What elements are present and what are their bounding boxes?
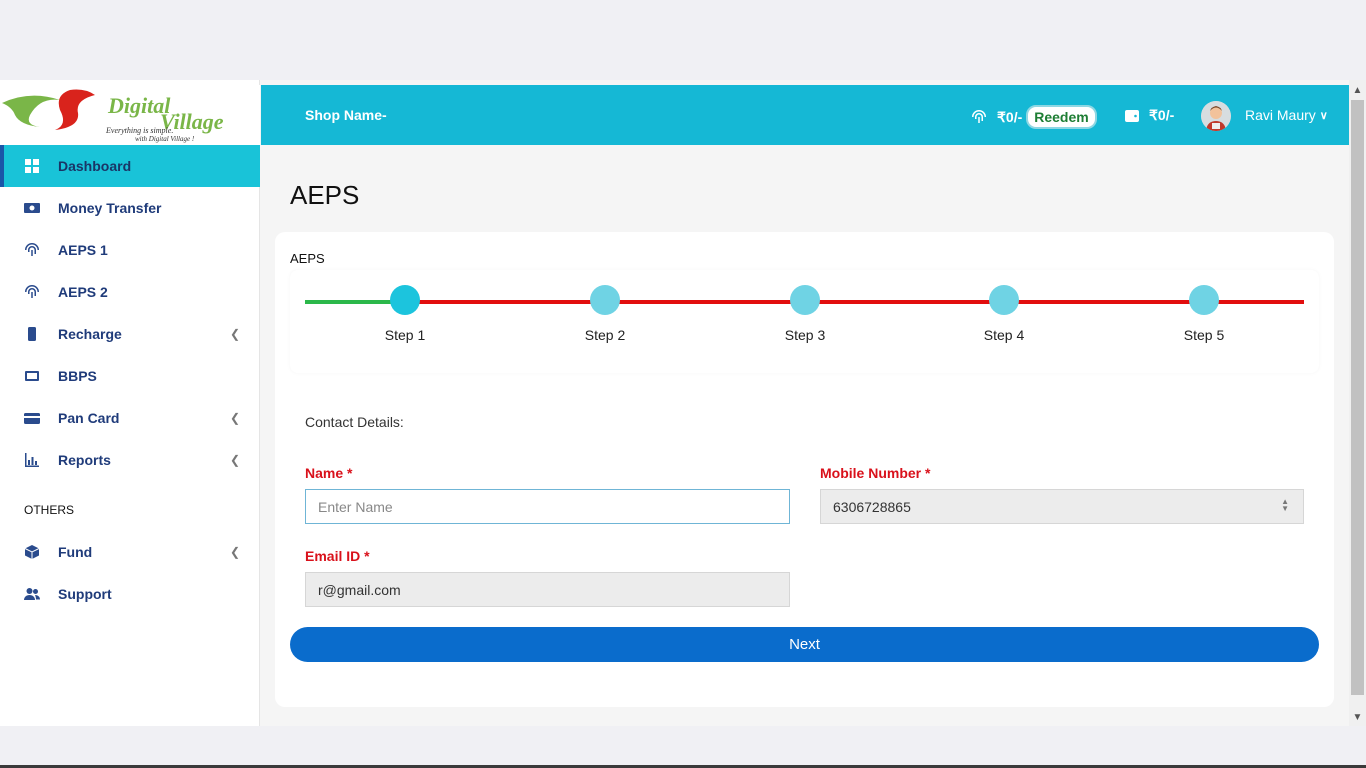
digital-village-logo[interactable]: Digital Village Everything is simple. wi… bbox=[0, 85, 260, 145]
shop-name: Shop Name- bbox=[305, 107, 387, 123]
sidebar-item-label: Recharge bbox=[58, 326, 122, 342]
step-3[interactable]: Step 3 bbox=[765, 285, 845, 343]
sidebar-item-aeps-2[interactable]: AEPS 2 bbox=[0, 271, 260, 313]
sidebar-item-aeps-1[interactable]: AEPS 1 bbox=[0, 229, 260, 271]
chevron-left-icon: ❮ bbox=[229, 453, 240, 467]
step-dot bbox=[1189, 285, 1219, 315]
sidebar-item-recharge[interactable]: Recharge ❮ bbox=[0, 313, 260, 355]
sidebar-item-fund[interactable]: Fund ❮ bbox=[0, 531, 260, 573]
fingerprint-icon bbox=[971, 109, 987, 125]
mobile-number-input[interactable]: 6306728865 ▲ ▼ bbox=[820, 489, 1304, 524]
svg-text:with Digital Village !: with Digital Village ! bbox=[135, 135, 195, 143]
next-button[interactable]: Next bbox=[290, 627, 1319, 662]
card-label: AEPS bbox=[290, 251, 325, 266]
main-balance: ₹0/- bbox=[1125, 107, 1174, 124]
form-title: Contact Details: bbox=[305, 414, 404, 430]
sidebar-item-dashboard[interactable]: Dashboard bbox=[0, 145, 260, 187]
step-dot bbox=[390, 285, 420, 315]
dashboard-icon bbox=[24, 158, 40, 174]
card-icon bbox=[24, 410, 40, 426]
page-scrollbar[interactable]: ▲ ▼ bbox=[1349, 80, 1366, 726]
avatar[interactable] bbox=[1201, 101, 1231, 131]
step-label: Step 5 bbox=[1183, 327, 1225, 343]
mobile-icon bbox=[24, 326, 40, 342]
step-2[interactable]: Step 2 bbox=[565, 285, 645, 343]
step-dot bbox=[590, 285, 620, 315]
aeps-wallet: ₹0/- Reedem bbox=[971, 105, 1097, 129]
bill-icon bbox=[24, 368, 40, 384]
user-name: Ravi Maury bbox=[1245, 107, 1316, 123]
mobile-value: 6306728865 bbox=[833, 498, 911, 515]
sidebar: Digital Village Everything is simple. wi… bbox=[0, 80, 260, 726]
box-icon bbox=[24, 544, 40, 560]
step-5[interactable]: Step 5 bbox=[1164, 285, 1244, 343]
taskbar-area bbox=[0, 726, 1366, 768]
scroll-up-icon[interactable]: ▲ bbox=[1349, 82, 1366, 99]
step-dot bbox=[989, 285, 1019, 315]
wallet-icon bbox=[1125, 109, 1139, 123]
money-icon bbox=[24, 200, 40, 216]
chevron-left-icon: ❮ bbox=[229, 411, 240, 425]
spinner-arrows-icon[interactable]: ▲ ▼ bbox=[1281, 498, 1289, 513]
chevron-left-icon: ❮ bbox=[229, 545, 240, 559]
step-label: Step 2 bbox=[584, 327, 626, 343]
sidebar-item-label: AEPS 1 bbox=[58, 242, 108, 258]
users-icon bbox=[24, 586, 40, 602]
page-title: AEPS bbox=[290, 180, 360, 210]
sidebar-item-label: Support bbox=[58, 586, 112, 602]
step-label: Step 4 bbox=[983, 327, 1025, 343]
aeps-card: AEPS Step 1 Step 2 Step 3 Step 4 Step 5 … bbox=[275, 232, 1334, 707]
chevron-left-icon: ❮ bbox=[229, 327, 240, 341]
redeem-button[interactable]: Reedem bbox=[1026, 105, 1097, 129]
svg-text:Everything is simple.: Everything is simple. bbox=[105, 126, 173, 135]
app-window: Digital Village Everything is simple. wi… bbox=[0, 80, 1349, 726]
sidebar-item-label: BBPS bbox=[58, 368, 97, 384]
wallet-amount: ₹0/- bbox=[997, 108, 1023, 125]
fingerprint-icon bbox=[24, 242, 40, 258]
sidebar-item-label: Pan Card bbox=[58, 410, 120, 426]
contact-form: Contact Details: Name * Enter Name Mobil… bbox=[290, 388, 1319, 678]
mobile-label: Mobile Number * bbox=[820, 465, 931, 481]
scroll-down-icon[interactable]: ▼ bbox=[1349, 709, 1366, 726]
chart-icon bbox=[24, 452, 40, 468]
user-menu[interactable]: Ravi Maury ∨ bbox=[1245, 107, 1328, 123]
sidebar-item-bbps[interactable]: BBPS bbox=[0, 355, 260, 397]
browser-top-area bbox=[0, 0, 1366, 80]
name-label: Name * bbox=[305, 465, 353, 481]
fingerprint-icon bbox=[24, 284, 40, 300]
step-label: Step 3 bbox=[784, 327, 826, 343]
stepper: Step 1 Step 2 Step 3 Step 4 Step 5 bbox=[290, 270, 1319, 373]
sidebar-item-support[interactable]: Support bbox=[0, 573, 260, 615]
sidebar-section-others: OTHERS bbox=[24, 503, 75, 517]
step-dot bbox=[790, 285, 820, 315]
sidebar-item-pan-card[interactable]: Pan Card ❮ bbox=[0, 397, 260, 439]
top-header: Shop Name- ₹0/- Reedem ₹0/- Ravi Maury ∨ bbox=[261, 85, 1349, 145]
sidebar-nav: Dashboard Money Transfer AEPS 1 AEPS 2 R… bbox=[0, 145, 260, 615]
sidebar-item-label: Fund bbox=[58, 544, 93, 560]
sidebar-item-label: AEPS 2 bbox=[58, 284, 108, 300]
step-label: Step 1 bbox=[384, 327, 426, 343]
balance-amount: ₹0/- bbox=[1149, 107, 1175, 123]
sidebar-item-money-transfer[interactable]: Money Transfer bbox=[0, 187, 260, 229]
email-label: Email ID * bbox=[305, 548, 370, 564]
name-input[interactable]: Enter Name bbox=[305, 489, 790, 524]
sidebar-item-reports[interactable]: Reports ❮ bbox=[0, 439, 260, 481]
scrollbar-thumb[interactable] bbox=[1351, 100, 1364, 695]
sidebar-item-label: Reports bbox=[58, 452, 111, 468]
email-input[interactable]: r@gmail.com bbox=[305, 572, 790, 607]
sidebar-item-label: Money Transfer bbox=[58, 200, 162, 216]
sidebar-item-label: Dashboard bbox=[58, 158, 132, 174]
chevron-down-icon: ∨ bbox=[1319, 109, 1328, 122]
step-1[interactable]: Step 1 bbox=[365, 285, 445, 343]
step-4[interactable]: Step 4 bbox=[964, 285, 1044, 343]
